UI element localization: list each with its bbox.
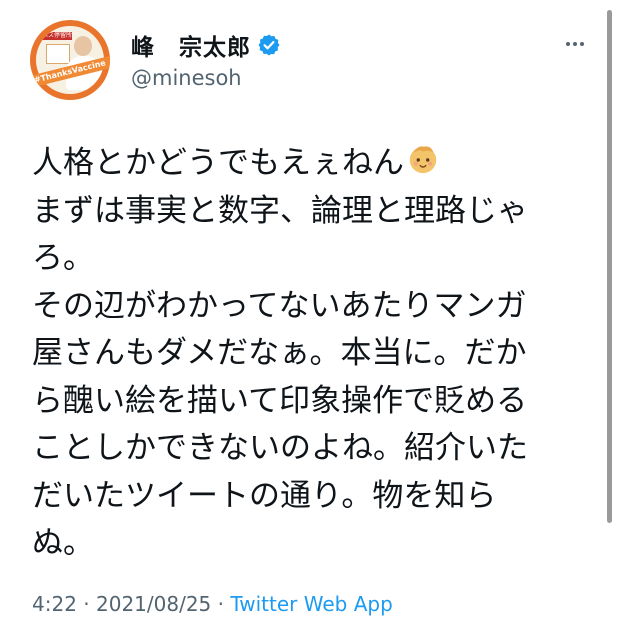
display-name[interactable]: 峰 宗太郎 [131,28,251,62]
avatar-sign: バス停留所 [42,32,73,40]
meta-separator: · [211,592,231,616]
meta-separator: · [76,592,96,616]
more-dot [566,42,570,46]
tweet-date[interactable]: 2021/08/25 [96,592,211,616]
avatar-head [74,36,92,56]
tweet-line: その辺がわかってないあたりマンガ [32,287,527,324]
tweet-line: 人格とかどうでもえぇねん [32,140,562,188]
tweet-line: まずは事実と数字、論理と理路じゃ [32,192,528,229]
tweet-meta: 4:22 · 2021/08/25 · Twitter Web App [32,592,393,616]
tweet-line: ぬ。 [32,525,94,561]
baby-face-emoji-icon [409,146,437,174]
scrollbar[interactable] [607,10,612,523]
author-name-row[interactable]: 峰 宗太郎 [131,29,281,61]
tweet-line: ろ。 [32,240,94,276]
author-handle[interactable]: @minesoh [131,66,242,90]
more-options-icon[interactable] [560,36,590,52]
tweet-text: 人格とかどうでもえぇねん まずは事実と数字、論理と理路じゃ ろ。 その辺がわかっ… [32,140,562,568]
tweet-source-link[interactable]: Twitter Web App [230,592,392,616]
more-dot [573,42,577,46]
avatar-board [46,44,70,64]
more-dot [580,42,584,46]
verified-badge-icon [258,34,280,56]
tweet-time[interactable]: 4:22 [32,592,77,616]
tweet-line: ことしかできないのよね。紹介いた [32,430,528,466]
tweet-line: 屋さんもダメだなぁ。本当に。だか [32,335,527,371]
tweet-line: だいたツイートの通り。物を知ら [32,477,497,514]
tweet-line-text: 人格とかどうでもえぇねん [32,145,404,181]
profile-avatar[interactable]: バス停留所 #ThanksVaccine [30,20,110,100]
tweet-line: ら醜い絵を描いて印象操作で貶める [32,382,528,419]
